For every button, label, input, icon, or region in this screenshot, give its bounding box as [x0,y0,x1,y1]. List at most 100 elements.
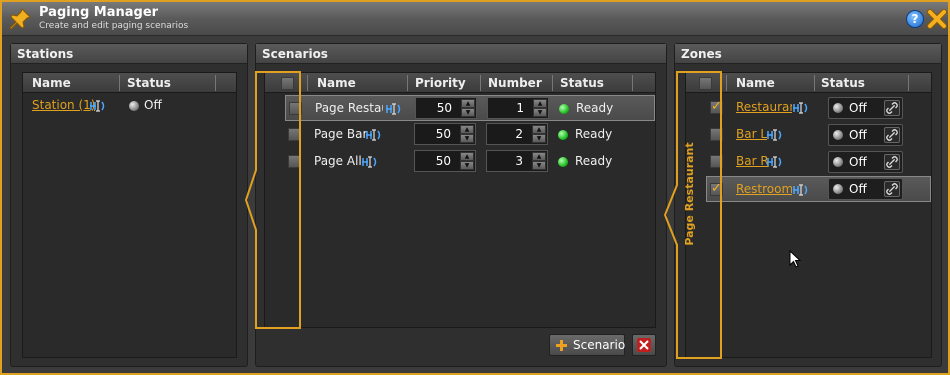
pin-icon [9,8,31,30]
zone-status: Off [849,155,867,169]
zone-status-toggle[interactable]: Off [828,97,903,119]
edit-text-icon[interactable] [792,183,810,197]
zone-status-toggle[interactable]: Off [828,124,903,146]
zones-title: Zones [675,44,941,64]
status-led [833,157,843,167]
column-status[interactable]: Status [560,76,604,90]
status-led [129,101,139,111]
zone-row[interactable]: Restrooms Off [706,176,931,202]
decrement-button[interactable]: ▼ [533,108,547,117]
title-bar[interactable]: Paging Manager Create and edit paging sc… [2,2,948,36]
priority-value: 50 [435,127,451,141]
station-row[interactable]: Station (1) Off [23,93,236,119]
zone-name-link[interactable]: Restrooms [736,182,792,196]
increment-button[interactable]: ▲ [460,152,474,161]
delete-scenario-button[interactable] [632,334,656,356]
zone-status-toggle[interactable]: Off [828,178,903,200]
number-value: 1 [516,101,524,115]
increment-button[interactable]: ▲ [532,152,546,161]
stations-grid-header: Name Status [23,73,236,93]
increment-button[interactable]: ▲ [460,125,474,134]
zone-status: Off [849,128,867,142]
scenarios-panel: Scenarios Name Priority Number Status Pa… [244,43,667,367]
increment-button[interactable]: ▲ [532,125,546,134]
decrement-button[interactable]: ▼ [460,161,474,170]
scenario-status: Ready [575,154,613,168]
decrement-button[interactable]: ▼ [461,108,475,117]
priority-value: 50 [435,154,451,168]
column-number[interactable]: Number [488,76,542,90]
decrement-button[interactable]: ▼ [460,134,474,143]
window-subtitle: Create and edit paging scenarios [39,21,189,31]
link-icon[interactable] [884,154,900,170]
edit-text-icon[interactable] [361,155,379,169]
edit-text-icon[interactable] [766,155,784,169]
scenarios-title: Scenarios [256,44,666,64]
scenario-status: Ready [576,101,614,115]
column-name[interactable]: Name [736,76,775,90]
status-led [833,103,843,113]
decrement-button[interactable]: ▼ [532,161,546,170]
scenario-row[interactable]: Page Bar 50 ▲ ▼ 2 ▲ ▼ Ready [285,122,655,148]
priority-stepper[interactable]: 50 ▲ ▼ [415,97,477,119]
increment-button[interactable]: ▲ [533,99,547,108]
stations-panel: Stations Name Status Station (1) Off [10,43,248,367]
edit-text-icon[interactable] [766,128,784,142]
zone-name-link[interactable]: Restaurant [736,100,792,114]
number-value: 3 [515,154,523,168]
column-name[interactable]: Name [32,76,71,90]
status-led [559,104,569,114]
zone-row[interactable]: Bar R Off [706,149,931,175]
edit-text-icon[interactable] [385,102,403,116]
close-icon[interactable] [927,9,947,29]
number-stepper[interactable]: 3 ▲ ▼ [486,150,548,172]
zone-scenario-label: Page Restaurant [683,142,696,246]
zone-status-toggle[interactable]: Off [828,151,903,173]
zone-status: Off [849,101,867,115]
scenario-name: Page Restaurant [315,101,383,115]
number-stepper[interactable]: 1 ▲ ▼ [487,97,549,119]
increment-button[interactable]: ▲ [461,99,475,108]
scenarios-grid-header: Name Priority Number Status [265,73,655,93]
link-icon[interactable] [884,181,900,197]
zone-status: Off [849,182,867,196]
window-title: Paging Manager [39,5,159,20]
scenarios-grid: Name Priority Number Status Page Restaur… [264,72,656,328]
stations-grid: Name Status Station (1) Off [22,72,237,358]
priority-stepper[interactable]: 50 ▲ ▼ [414,123,476,145]
scenario-row[interactable]: Page All 50 ▲ ▼ 3 ▲ ▼ Ready [285,149,655,175]
number-stepper[interactable]: 2 ▲ ▼ [486,123,548,145]
edit-text-icon[interactable] [89,99,107,113]
help-button[interactable]: ? [906,10,924,28]
status-led [558,157,568,167]
scenario-selection-bracket [244,71,301,329]
priority-value: 50 [436,101,452,115]
status-led [833,130,843,140]
stations-title: Stations [11,44,247,64]
status-led [558,130,568,140]
column-status[interactable]: Status [127,76,171,90]
column-name[interactable]: Name [317,76,356,90]
column-priority[interactable]: Priority [415,76,466,90]
zone-row[interactable]: Restaurant Off [706,95,931,121]
decrement-button[interactable]: ▼ [532,134,546,143]
paging-manager-window: Paging Manager Create and edit paging sc… [0,0,950,375]
station-status: Off [144,98,162,112]
add-scenario-button[interactable]: Scenario [549,334,625,356]
add-scenario-label: Scenario [573,338,626,352]
zones-panel: Zones Name Status Restaurant [663,43,942,367]
number-value: 2 [515,127,523,141]
link-icon[interactable] [884,100,900,116]
link-icon[interactable] [884,127,900,143]
zone-row[interactable]: Bar L Off [706,122,931,148]
edit-text-icon[interactable] [365,128,383,142]
status-led [833,184,843,194]
scenario-status: Ready [575,127,613,141]
edit-text-icon[interactable] [792,101,810,115]
station-name-link[interactable]: Station (1) [32,98,95,112]
priority-stepper[interactable]: 50 ▲ ▼ [414,150,476,172]
mouse-cursor-icon [789,250,802,268]
column-status[interactable]: Status [821,76,865,90]
delete-icon [637,338,651,352]
scenario-row[interactable]: Page Restaurant 50 ▲▼ 1 ▲▼ Ready [285,95,655,121]
